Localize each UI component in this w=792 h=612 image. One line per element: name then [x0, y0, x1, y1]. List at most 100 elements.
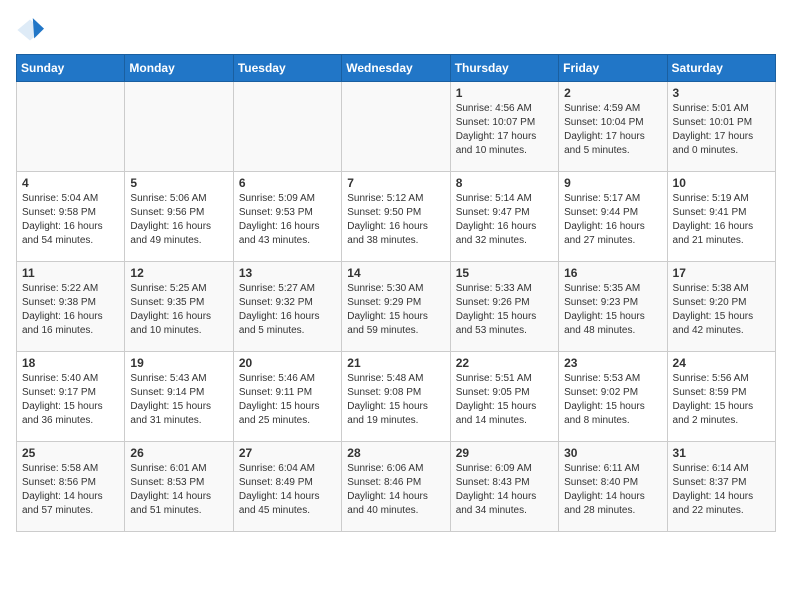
weekday-header-wednesday: Wednesday — [342, 55, 450, 82]
day-info: Sunrise: 5:09 AM Sunset: 9:53 PM Dayligh… — [239, 192, 336, 248]
calendar-day-31: 31 Sunrise: 6:14 AM Sunset: 8:37 PM Dayli… — [667, 442, 775, 532]
calendar-day-22: 22 Sunrise: 5:51 AM Sunset: 9:05 PM Dayli… — [450, 352, 558, 442]
day-info: Sunrise: 4:59 AM Sunset: 10:04 PM Daylig… — [564, 102, 661, 158]
day-info: Sunrise: 5:46 AM Sunset: 9:11 PM Dayligh… — [239, 372, 336, 428]
day-info: Sunrise: 5:56 AM Sunset: 8:59 PM Dayligh… — [673, 372, 770, 428]
calendar-day-empty — [233, 82, 341, 172]
day-number: 31 — [673, 446, 770, 460]
weekday-header-tuesday: Tuesday — [233, 55, 341, 82]
day-info: Sunrise: 5:43 AM Sunset: 9:14 PM Dayligh… — [130, 372, 227, 428]
day-number: 22 — [456, 356, 553, 370]
calendar-week-4: 18 Sunrise: 5:40 AM Sunset: 9:17 PM Dayli… — [17, 352, 776, 442]
day-number: 13 — [239, 266, 336, 280]
calendar-day-29: 29 Sunrise: 6:09 AM Sunset: 8:43 PM Dayli… — [450, 442, 558, 532]
day-number: 30 — [564, 446, 661, 460]
calendar-day-12: 12 Sunrise: 5:25 AM Sunset: 9:35 PM Dayli… — [125, 262, 233, 352]
day-info: Sunrise: 5:19 AM Sunset: 9:41 PM Dayligh… — [673, 192, 770, 248]
logo — [16, 16, 48, 44]
day-info: Sunrise: 5:27 AM Sunset: 9:32 PM Dayligh… — [239, 282, 336, 338]
day-info: Sunrise: 6:09 AM Sunset: 8:43 PM Dayligh… — [456, 462, 553, 518]
day-number: 2 — [564, 86, 661, 100]
calendar-day-empty — [342, 82, 450, 172]
calendar-day-13: 13 Sunrise: 5:27 AM Sunset: 9:32 PM Dayli… — [233, 262, 341, 352]
calendar-day-20: 20 Sunrise: 5:46 AM Sunset: 9:11 PM Dayli… — [233, 352, 341, 442]
day-number: 29 — [456, 446, 553, 460]
day-number: 15 — [456, 266, 553, 280]
day-info: Sunrise: 5:04 AM Sunset: 9:58 PM Dayligh… — [22, 192, 119, 248]
day-info: Sunrise: 5:06 AM Sunset: 9:56 PM Dayligh… — [130, 192, 227, 248]
day-number: 23 — [564, 356, 661, 370]
day-info: Sunrise: 6:11 AM Sunset: 8:40 PM Dayligh… — [564, 462, 661, 518]
day-number: 8 — [456, 176, 553, 190]
day-number: 7 — [347, 176, 444, 190]
calendar-week-5: 25 Sunrise: 5:58 AM Sunset: 8:56 PM Dayli… — [17, 442, 776, 532]
calendar-day-10: 10 Sunrise: 5:19 AM Sunset: 9:41 PM Dayli… — [667, 172, 775, 262]
day-info: Sunrise: 5:17 AM Sunset: 9:44 PM Dayligh… — [564, 192, 661, 248]
day-info: Sunrise: 5:51 AM Sunset: 9:05 PM Dayligh… — [456, 372, 553, 428]
calendar-day-23: 23 Sunrise: 5:53 AM Sunset: 9:02 PM Dayli… — [559, 352, 667, 442]
day-number: 19 — [130, 356, 227, 370]
calendar-day-5: 5 Sunrise: 5:06 AM Sunset: 9:56 PM Daylig… — [125, 172, 233, 262]
weekday-header-saturday: Saturday — [667, 55, 775, 82]
day-info: Sunrise: 5:01 AM Sunset: 10:01 PM Daylig… — [673, 102, 770, 158]
day-number: 1 — [456, 86, 553, 100]
weekday-header-thursday: Thursday — [450, 55, 558, 82]
calendar-day-3: 3 Sunrise: 5:01 AM Sunset: 10:01 PM Dayli… — [667, 82, 775, 172]
day-number: 11 — [22, 266, 119, 280]
day-number: 26 — [130, 446, 227, 460]
day-number: 16 — [564, 266, 661, 280]
day-number: 20 — [239, 356, 336, 370]
day-number: 18 — [22, 356, 119, 370]
day-info: Sunrise: 6:06 AM Sunset: 8:46 PM Dayligh… — [347, 462, 444, 518]
calendar-day-2: 2 Sunrise: 4:59 AM Sunset: 10:04 PM Dayli… — [559, 82, 667, 172]
calendar-day-6: 6 Sunrise: 5:09 AM Sunset: 9:53 PM Daylig… — [233, 172, 341, 262]
day-info: Sunrise: 5:40 AM Sunset: 9:17 PM Dayligh… — [22, 372, 119, 428]
calendar-day-15: 15Sunrise: 5:33 AM Sunset: 9:26 PM Dayli… — [450, 262, 558, 352]
day-number: 3 — [673, 86, 770, 100]
logo-icon — [16, 16, 44, 44]
calendar-day-16: 16 Sunrise: 5:35 AM Sunset: 9:23 PM Dayli… — [559, 262, 667, 352]
day-number: 17 — [673, 266, 770, 280]
day-number: 9 — [564, 176, 661, 190]
day-info: Sunrise: 5:25 AM Sunset: 9:35 PM Dayligh… — [130, 282, 227, 338]
calendar-day-14: 14Sunrise: 5:30 AM Sunset: 9:29 PM Dayli… — [342, 262, 450, 352]
day-info: Sunrise: 5:38 AM Sunset: 9:20 PM Dayligh… — [673, 282, 770, 338]
day-info: Sunrise: 5:14 AM Sunset: 9:47 PM Dayligh… — [456, 192, 553, 248]
calendar-day-21: 21Sunrise: 5:48 AM Sunset: 9:08 PM Dayli… — [342, 352, 450, 442]
day-number: 10 — [673, 176, 770, 190]
day-info: Sunrise: 6:01 AM Sunset: 8:53 PM Dayligh… — [130, 462, 227, 518]
calendar-header: SundayMondayTuesdayWednesdayThursdayFrid… — [17, 55, 776, 82]
day-info: Sunrise: 5:53 AM Sunset: 9:02 PM Dayligh… — [564, 372, 661, 428]
calendar-day-4: 4Sunrise: 5:04 AM Sunset: 9:58 PM Daylig… — [17, 172, 125, 262]
weekday-row: SundayMondayTuesdayWednesdayThursdayFrid… — [17, 55, 776, 82]
day-number: 6 — [239, 176, 336, 190]
day-info: Sunrise: 5:58 AM Sunset: 8:56 PM Dayligh… — [22, 462, 119, 518]
day-number: 24 — [673, 356, 770, 370]
day-number: 28 — [347, 446, 444, 460]
day-info: Sunrise: 6:14 AM Sunset: 8:37 PM Dayligh… — [673, 462, 770, 518]
day-info: Sunrise: 5:22 AM Sunset: 9:38 PM Dayligh… — [22, 282, 119, 338]
calendar-day-17: 17 Sunrise: 5:38 AM Sunset: 9:20 PM Dayli… — [667, 262, 775, 352]
weekday-header-monday: Monday — [125, 55, 233, 82]
day-number: 21 — [347, 356, 444, 370]
calendar-day-18: 18 Sunrise: 5:40 AM Sunset: 9:17 PM Dayli… — [17, 352, 125, 442]
calendar-day-empty — [125, 82, 233, 172]
day-number: 12 — [130, 266, 227, 280]
calendar-day-27: 27Sunrise: 6:04 AM Sunset: 8:49 PM Dayli… — [233, 442, 341, 532]
calendar-day-28: 28 Sunrise: 6:06 AM Sunset: 8:46 PM Dayli… — [342, 442, 450, 532]
day-number: 25 — [22, 446, 119, 460]
calendar-day-9: 9 Sunrise: 5:17 AM Sunset: 9:44 PM Daylig… — [559, 172, 667, 262]
page-header — [16, 16, 776, 44]
day-number: 14 — [347, 266, 444, 280]
day-number: 5 — [130, 176, 227, 190]
day-info: Sunrise: 4:56 AM Sunset: 10:07 PM Daylig… — [456, 102, 553, 158]
day-info: Sunrise: 6:04 AM Sunset: 8:49 PM Dayligh… — [239, 462, 336, 518]
calendar-day-7: 7Sunrise: 5:12 AM Sunset: 9:50 PM Daylig… — [342, 172, 450, 262]
calendar-day-empty — [17, 82, 125, 172]
calendar-day-11: 11 Sunrise: 5:22 AM Sunset: 9:38 PM Dayli… — [17, 262, 125, 352]
calendar-day-8: 8 Sunrise: 5:14 AM Sunset: 9:47 PM Daylig… — [450, 172, 558, 262]
calendar-week-1: 1 Sunrise: 4:56 AM Sunset: 10:07 PM Dayli… — [17, 82, 776, 172]
weekday-header-sunday: Sunday — [17, 55, 125, 82]
calendar-day-26: 26 Sunrise: 6:01 AM Sunset: 8:53 PM Dayli… — [125, 442, 233, 532]
day-info: Sunrise: 5:35 AM Sunset: 9:23 PM Dayligh… — [564, 282, 661, 338]
